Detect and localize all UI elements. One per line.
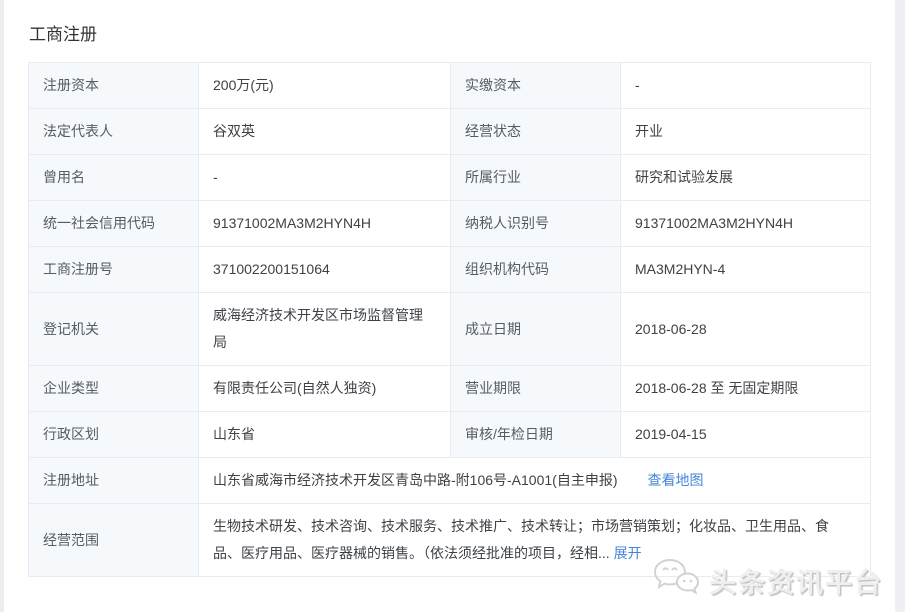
field-label: 注册地址	[29, 458, 199, 504]
table-row: 法定代表人 谷双英 经营状态 开业	[29, 109, 871, 155]
field-value: 有限责任公司(自然人独资)	[199, 366, 451, 412]
field-label: 审核/年检日期	[451, 412, 621, 458]
table-row-address: 注册地址 山东省威海市经济技术开发区青岛中路-附106号-A1001(自主申报)…	[29, 458, 871, 504]
field-label: 登记机关	[29, 293, 199, 366]
field-label: 企业类型	[29, 366, 199, 412]
field-label: 法定代表人	[29, 109, 199, 155]
table-row: 行政区划 山东省 审核/年检日期 2019-04-15	[29, 412, 871, 458]
field-value-address: 山东省威海市经济技术开发区青岛中路-附106号-A1001(自主申报) 查看地图	[199, 458, 871, 504]
field-value: 威海经济技术开发区市场监督管理局	[199, 293, 451, 366]
registered-address-text: 山东省威海市经济技术开发区青岛中路-附106号-A1001(自主申报)	[213, 472, 618, 488]
field-label: 经营范围	[29, 504, 199, 577]
field-value: MA3M2HYN-4	[621, 247, 871, 293]
field-label: 营业期限	[451, 366, 621, 412]
field-value: 371002200151064	[199, 247, 451, 293]
field-value-scope: 生物技术研发、技术咨询、技术服务、技术推广、技术转让；市场营销策划；化妆品、卫生…	[199, 504, 871, 577]
field-value: 2018-06-28 至 无固定期限	[621, 366, 871, 412]
table-row: 统一社会信用代码 91371002MA3M2HYN4H 纳税人识别号 91371…	[29, 201, 871, 247]
table-row: 注册资本 200万(元) 实缴资本 -	[29, 63, 871, 109]
field-label: 曾用名	[29, 155, 199, 201]
field-value: 谷双英	[199, 109, 451, 155]
field-value: -	[199, 155, 451, 201]
view-map-link[interactable]: 查看地图	[648, 472, 704, 488]
field-label: 经营状态	[451, 109, 621, 155]
field-label: 统一社会信用代码	[29, 201, 199, 247]
expand-link[interactable]: 展开	[614, 545, 642, 561]
table-row-scope: 经营范围 生物技术研发、技术咨询、技术服务、技术推广、技术转让；市场营销策划；化…	[29, 504, 871, 577]
field-value: 研究和试验发展	[621, 155, 871, 201]
field-label: 注册资本	[29, 63, 199, 109]
field-value: 91371002MA3M2HYN4H	[621, 201, 871, 247]
field-label: 所属行业	[451, 155, 621, 201]
page-left-edge	[0, 0, 4, 612]
field-label: 纳税人识别号	[451, 201, 621, 247]
field-label: 成立日期	[451, 293, 621, 366]
page-title: 工商注册	[29, 25, 870, 45]
field-label: 实缴资本	[451, 63, 621, 109]
table-row: 工商注册号 371002200151064 组织机构代码 MA3M2HYN-4	[29, 247, 871, 293]
field-label: 行政区划	[29, 412, 199, 458]
field-value: 开业	[621, 109, 871, 155]
business-registration-section: 工商注册 注册资本 200万(元) 实缴资本 - 法定代表人 谷双英 经营状态 …	[28, 0, 870, 577]
field-value: 91371002MA3M2HYN4H	[199, 201, 451, 247]
business-scope-text: 生物技术研发、技术咨询、技术服务、技术推广、技术转让；市场营销策划；化妆品、卫生…	[213, 518, 829, 561]
table-row: 曾用名 - 所属行业 研究和试验发展	[29, 155, 871, 201]
table-row: 登记机关 威海经济技术开发区市场监督管理局 成立日期 2018-06-28	[29, 293, 871, 366]
business-registration-table: 注册资本 200万(元) 实缴资本 - 法定代表人 谷双英 经营状态 开业 曾用…	[28, 62, 871, 577]
field-value: 2019-04-15	[621, 412, 871, 458]
field-label: 组织机构代码	[451, 247, 621, 293]
field-value: 200万(元)	[199, 63, 451, 109]
table-row: 企业类型 有限责任公司(自然人独资) 营业期限 2018-06-28 至 无固定…	[29, 366, 871, 412]
field-value: -	[621, 63, 871, 109]
field-value: 山东省	[199, 412, 451, 458]
page-right-edge	[895, 0, 905, 612]
field-label: 工商注册号	[29, 247, 199, 293]
field-value: 2018-06-28	[621, 293, 871, 366]
